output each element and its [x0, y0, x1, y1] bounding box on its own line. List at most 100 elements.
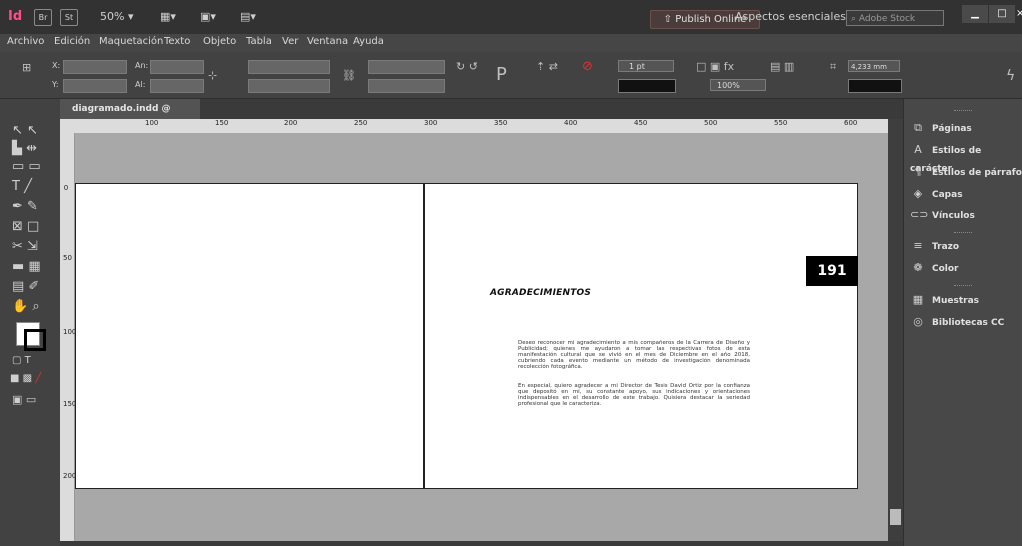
effects-icon[interactable]: □ ▣ fx [696, 60, 734, 73]
ruler-tick: 150 [215, 119, 229, 127]
panel-bibliotecas-cc[interactable]: ◎ Bibliotecas CC [910, 313, 1004, 331]
menu-edicion[interactable]: Edición [54, 36, 90, 47]
align-icon[interactable]: ▤ ▥ [770, 60, 794, 73]
scrollbar-thumb[interactable] [890, 509, 901, 525]
reference-point-icon[interactable]: ⊞ [22, 61, 31, 74]
page-heading[interactable]: AGRADECIMIENTOS [490, 288, 591, 298]
x-position-field[interactable] [63, 60, 127, 74]
view-options-icon[interactable]: ▦▾ [160, 8, 176, 25]
content-collector-icon[interactable]: ▭ ▭ [12, 159, 41, 174]
pen-tool-icon[interactable]: ✒ ✎ [12, 199, 38, 214]
rectangle-frame-tool-icon[interactable]: ⊠ □ [12, 219, 39, 234]
arrange-documents-icon[interactable]: ▤▾ [240, 8, 256, 25]
layers-icon: ◈ [913, 187, 923, 200]
vertical-ruler[interactable]: 0 50 100 150 200 [60, 133, 77, 541]
fill-none-icon[interactable]: ⊘ [582, 59, 593, 74]
page-left[interactable] [75, 183, 424, 489]
menu-texto[interactable]: Texto [164, 36, 190, 47]
adobe-stock-placeholder: Adobe Stock [858, 14, 916, 24]
maximize-icon[interactable]: □ [989, 5, 1015, 23]
opacity-field[interactable]: 100% [710, 79, 766, 91]
panel-label: Bibliotecas CC [932, 318, 1005, 328]
panel-muestras[interactable]: ▦ Muestras [910, 291, 979, 309]
menu-ventana[interactable]: Ventana [307, 36, 348, 47]
selection-tool-icon[interactable]: ↖ ↖ [12, 123, 38, 138]
panel-label: Muestras [932, 296, 979, 306]
quick-apply-icon[interactable]: ϟ [1006, 68, 1015, 84]
scale-y-field[interactable] [248, 79, 330, 93]
formatting-container-icon[interactable]: ▢ T [12, 355, 31, 366]
menu-bar: Archivo Edición Maquetación Texto Objeto… [0, 34, 1022, 52]
ruler-tick: 250 [354, 119, 368, 127]
vertical-scrollbar[interactable] [888, 119, 903, 543]
document-tab[interactable]: diagramado.indd @ 50% × [60, 99, 200, 134]
minimize-icon[interactable]: ▁ [962, 5, 988, 23]
ruler-tick: 450 [634, 119, 648, 127]
zoom-value: 50% [100, 10, 125, 23]
panel-grip[interactable] [954, 285, 972, 288]
panel-capas[interactable]: ◈ Capas [910, 185, 963, 203]
page-right[interactable] [424, 183, 858, 489]
apply-color-icon[interactable]: ■ ▩ ╱ [10, 373, 41, 384]
screen-mode-icon[interactable]: ▣▾ [200, 8, 216, 25]
frame-fitting-dropdown[interactable] [848, 79, 902, 93]
panel-vinculos[interactable]: ⊂⊃ Vínculos [910, 206, 975, 224]
rotate-icon[interactable]: ↻ ↺ [456, 60, 478, 73]
panel-trazo[interactable]: ≡ Trazo [910, 237, 959, 255]
cc-libraries-icon: ◎ [913, 315, 923, 328]
scissors-tool-icon[interactable]: ✂ ⇲ [12, 239, 38, 254]
menu-maquetacion[interactable]: Maquetación [99, 36, 163, 47]
panel-paginas[interactable]: ⧉ Páginas [910, 119, 972, 137]
constrain-proportions-icon[interactable]: ⛓ [342, 69, 356, 82]
panel-grip[interactable] [954, 232, 972, 235]
links-icon: ⊂⊃ [910, 208, 929, 221]
adobe-stock-search[interactable]: ⌕ Adobe Stock [846, 10, 944, 26]
gap-tool-icon[interactable]: ⌗ [830, 60, 836, 74]
y-position-field[interactable] [63, 79, 127, 93]
panel-estilos-caracter[interactable]: A Estilos de carácter [910, 141, 1022, 174]
page-tool-icon[interactable]: ▙ ⇹ [12, 141, 37, 156]
workspace-switcher[interactable]: Aspectos esenciales ▾ [735, 8, 855, 25]
stroke-type-dropdown[interactable] [618, 79, 676, 93]
panel-label: Trazo [932, 242, 960, 252]
color-icon: ❁ [913, 261, 923, 274]
gradient-tool-icon[interactable]: ▬ ▦ [12, 259, 41, 274]
page-number-box[interactable]: 191 [806, 256, 858, 286]
type-tool-icon[interactable]: T ╱ [12, 179, 32, 194]
flip-icon[interactable]: ⇡ ⇄ [536, 60, 558, 73]
bridge-button[interactable]: Br [34, 9, 52, 26]
indesign-logo-icon: Id [8, 9, 23, 24]
ruler-tick: 350 [494, 119, 508, 127]
close-icon[interactable]: × [1016, 5, 1022, 23]
text-frame-icon[interactable]: P [496, 64, 507, 85]
zoom-dropdown[interactable]: 50% ▾ [100, 8, 133, 25]
ruler-tick: 50 [63, 254, 72, 262]
height-field[interactable] [150, 79, 204, 93]
screen-mode-tool-icon[interactable]: ▣ ▭ [12, 393, 36, 406]
menu-objeto[interactable]: Objeto [203, 36, 236, 47]
scale-x-field[interactable] [248, 60, 330, 74]
gap-size-field[interactable]: 4,233 mm [848, 60, 900, 72]
stock-button[interactable]: St [60, 9, 78, 26]
rotation-angle-field[interactable] [368, 60, 445, 74]
horizontal-ruler[interactable]: 100 150 200 250 300 350 400 450 500 550 … [60, 119, 903, 134]
menu-ver[interactable]: Ver [282, 36, 298, 47]
body-paragraph-2[interactable]: En especial, quiero agradecer a mi Direc… [518, 383, 750, 407]
panel-color[interactable]: ❁ Color [910, 259, 959, 277]
panel-grip[interactable] [954, 110, 972, 113]
transform-icon[interactable]: ⊹ [208, 69, 217, 82]
width-field[interactable] [150, 60, 204, 74]
ruler-tick: 150 [63, 400, 77, 408]
menu-ayuda[interactable]: Ayuda [353, 36, 384, 47]
panel-label: Color [932, 264, 959, 274]
menu-tabla[interactable]: Tabla [246, 36, 272, 47]
note-tool-icon[interactable]: ▤ ✐ [12, 279, 39, 294]
hand-tool-icon[interactable]: ✋ ⌕ [12, 299, 40, 314]
stroke-weight-field[interactable]: 1 pt [618, 60, 674, 72]
panel-estilos-parrafo[interactable]: ¶ Estilos de párrafo [910, 163, 1022, 181]
body-paragraph-1[interactable]: Deseo reconocer mi agradecimiento a mis … [518, 340, 750, 370]
menu-archivo[interactable]: Archivo [7, 36, 44, 47]
ruler-tick: 500 [704, 119, 718, 127]
shear-angle-field[interactable] [368, 79, 445, 93]
stroke-swatch-icon[interactable] [24, 329, 46, 351]
